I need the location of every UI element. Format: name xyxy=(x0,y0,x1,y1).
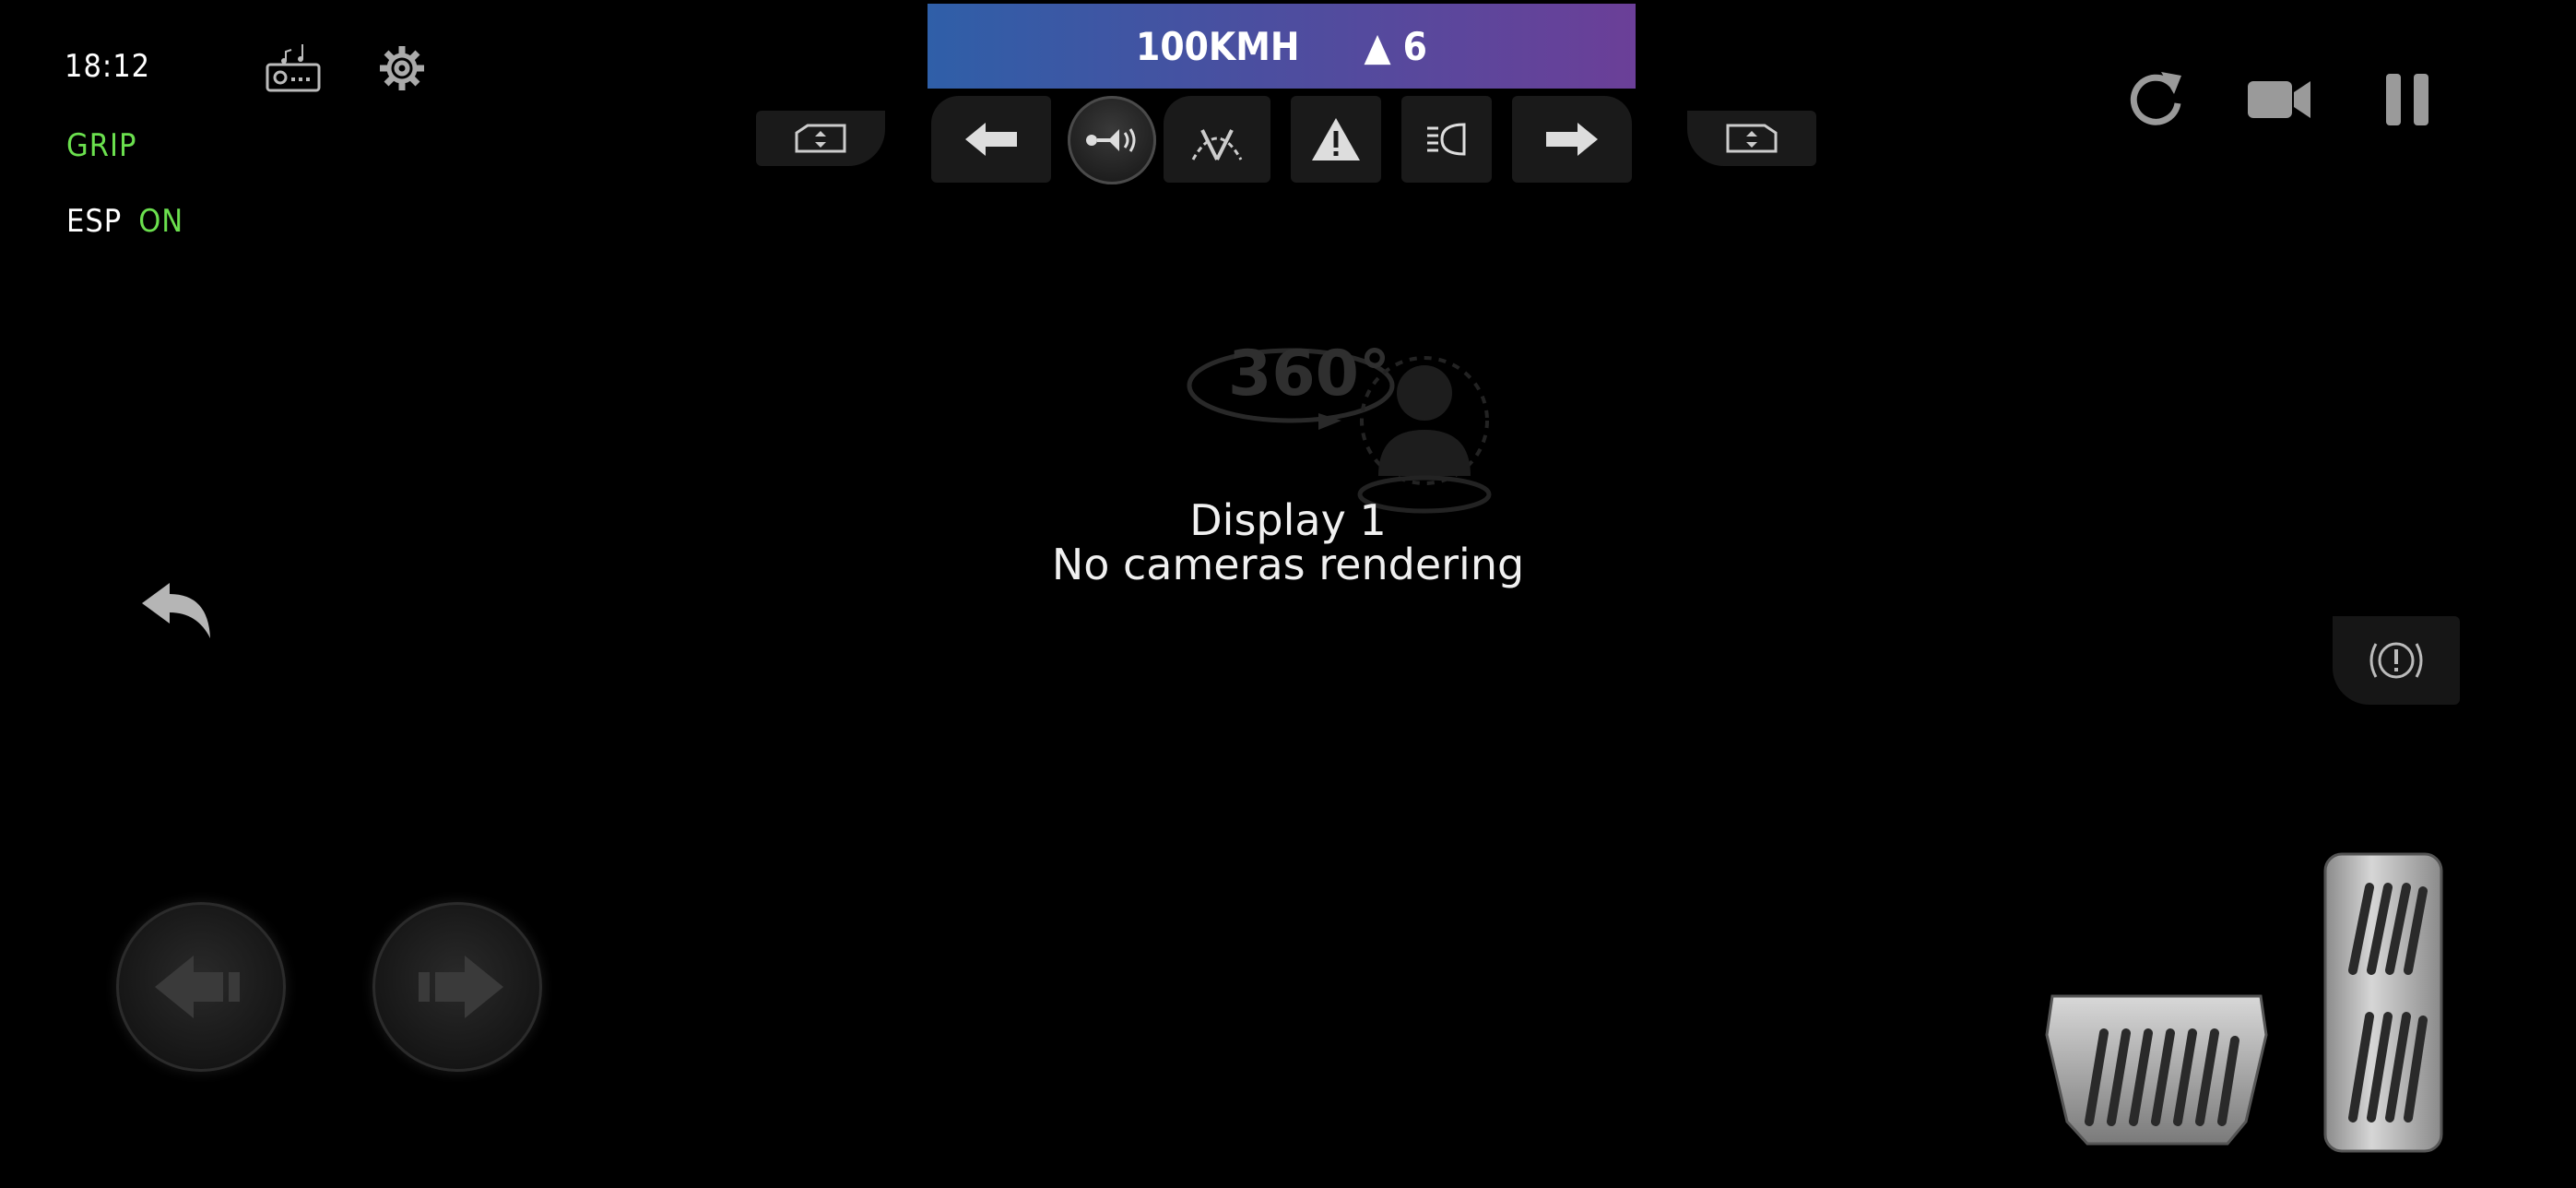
radio-icon xyxy=(266,44,321,92)
camera-icon xyxy=(2248,81,2310,118)
headlight-icon xyxy=(1427,123,1466,156)
window-icon xyxy=(1726,124,1778,153)
brake-pedal[interactable] xyxy=(2043,992,2270,1147)
esp-indicator[interactable]: ESP ON xyxy=(66,203,183,240)
arrow-left-icon xyxy=(155,956,240,1018)
left-window-button[interactable] xyxy=(756,111,885,166)
no-cameras-label: No cameras rendering xyxy=(1051,540,1525,589)
gear-readout: ▲ 6 xyxy=(1364,23,1427,69)
pause-button[interactable] xyxy=(2382,72,2434,127)
brake-pedal-icon xyxy=(2045,994,2268,1146)
radio-button[interactable] xyxy=(264,41,325,96)
camera-status-message: Display 1 No cameras rendering xyxy=(0,498,2576,587)
wiper-button[interactable] xyxy=(1164,96,1270,183)
steer-right-button[interactable] xyxy=(372,902,542,1072)
right-indicator-button[interactable] xyxy=(1512,96,1632,183)
left-indicator-button[interactable] xyxy=(931,96,1051,183)
headlight-button[interactable] xyxy=(1401,96,1492,183)
pause-icon xyxy=(2386,74,2428,125)
grip-indicator: GRIP xyxy=(66,127,137,164)
undo-arrow-icon xyxy=(142,583,210,638)
accelerator-pedal[interactable] xyxy=(2322,850,2449,1155)
arrow-right-icon xyxy=(419,956,503,1018)
window-icon xyxy=(795,124,846,153)
camera-button[interactable] xyxy=(2246,76,2312,124)
wiper-icon xyxy=(1191,129,1243,160)
gear-icon xyxy=(380,46,424,90)
horn-icon xyxy=(1086,128,1136,152)
hazard-button[interactable] xyxy=(1291,96,1381,183)
arrow-right-icon xyxy=(1546,123,1598,156)
clock: 18:12 xyxy=(65,48,151,85)
accelerator-pedal-icon xyxy=(2323,852,2443,1153)
horn-button[interactable] xyxy=(1068,96,1156,184)
speed-bar: 100KMH ▲ 6 xyxy=(928,4,1636,89)
esp-label: ESP xyxy=(66,203,123,240)
steer-left-button[interactable] xyxy=(116,902,286,1072)
speed-readout: 100KMH xyxy=(1136,23,1300,69)
svg-text:360°: 360° xyxy=(1228,338,1390,410)
back-button[interactable] xyxy=(138,581,214,642)
arrow-left-icon xyxy=(965,123,1017,156)
esp-state: ON xyxy=(138,203,184,240)
display-label: Display 1 xyxy=(1189,495,1387,545)
reset-icon xyxy=(2130,72,2181,125)
reset-button[interactable] xyxy=(2126,66,2185,129)
parking-brake-button[interactable] xyxy=(2333,616,2460,705)
settings-button[interactable] xyxy=(376,42,428,94)
hazard-icon xyxy=(1312,118,1360,160)
right-window-button[interactable] xyxy=(1687,111,1816,166)
parking-brake-icon xyxy=(2369,642,2423,679)
